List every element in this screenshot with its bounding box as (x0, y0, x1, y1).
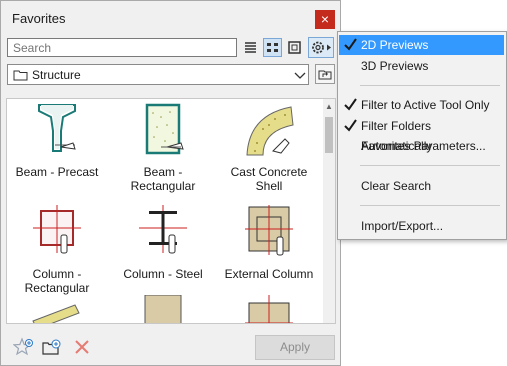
beam-precast-icon (38, 104, 76, 152)
delete-icon[interactable] (73, 338, 91, 356)
large-preview-icon (288, 41, 301, 54)
menu-item-filter-folders[interactable]: Filter Folders Automatically (339, 116, 504, 153)
settings-button[interactable] (308, 37, 334, 58)
add-favorite-star-icon[interactable] (13, 337, 35, 357)
folder-select-value: Structure (32, 68, 81, 82)
list-view-button[interactable] (241, 38, 260, 57)
checkmark-icon (344, 119, 357, 132)
large-preview-button[interactable] (285, 38, 304, 57)
item-label: Cast Concrete Shell (230, 165, 308, 193)
apply-button[interactable]: Apply (255, 335, 335, 360)
panel-title: Favorites (12, 11, 66, 26)
title-bar: Favorites × (1, 1, 340, 35)
folder-up-button[interactable] (315, 64, 335, 84)
search-input[interactable] (7, 38, 237, 57)
list-view-icon (245, 42, 256, 53)
favorites-list: Beam - Precast Beam - Rectangular Cast C… (6, 98, 336, 324)
new-folder-icon[interactable] (41, 337, 63, 357)
column-icon (245, 295, 293, 323)
bottom-toolbar: Apply (1, 327, 340, 365)
menu-item-3d-previews[interactable]: 3D Previews (339, 56, 504, 76)
shell-icon (246, 106, 294, 156)
menu-separator (360, 165, 500, 166)
item-label: Beam - Precast (15, 165, 99, 179)
column-steel-icon (139, 205, 187, 254)
chevron-down-icon (294, 72, 306, 79)
item-label: External Column (224, 267, 314, 281)
wall-icon (144, 295, 182, 323)
favorites-panel: Favorites × Structure (0, 0, 341, 366)
menu-item-clear-search[interactable]: Clear Search (339, 176, 504, 196)
scrollbar[interactable]: ▲ (323, 99, 335, 323)
menu-item-import-export[interactable]: Import/Export... (339, 216, 504, 236)
external-column-icon (245, 205, 293, 256)
scroll-up-arrow-icon[interactable]: ▲ (325, 102, 333, 111)
grid-view-icon (267, 43, 278, 52)
settings-dropdown-menu: 2D Previews 3D Previews Filter to Active… (337, 31, 507, 240)
item-label: Beam - Rectangular (130, 165, 196, 193)
menu-item-2d-previews[interactable]: 2D Previews (339, 35, 504, 55)
menu-separator (360, 85, 500, 86)
column-rectangular-icon (33, 205, 81, 254)
checkmark-icon (344, 38, 357, 51)
folder-up-icon (318, 70, 332, 80)
slab-icon (32, 304, 80, 323)
scroll-thumb[interactable] (325, 117, 333, 153)
menu-separator (360, 205, 500, 206)
close-button[interactable]: × (315, 10, 335, 29)
item-label: Column - Rectangular (24, 267, 90, 295)
menu-item-filter-active-tool[interactable]: Filter to Active Tool Only (339, 95, 504, 115)
folder-icon (13, 70, 28, 81)
beam-rectangular-icon (145, 103, 184, 155)
grid-view-button[interactable] (263, 38, 282, 57)
menu-item-favorites-parameters[interactable]: Favorites Parameters... (339, 136, 504, 156)
checkmark-icon (344, 98, 357, 111)
gear-icon (312, 41, 331, 54)
item-label: Column - Steel (123, 267, 203, 281)
folder-select[interactable]: Structure (7, 64, 309, 85)
